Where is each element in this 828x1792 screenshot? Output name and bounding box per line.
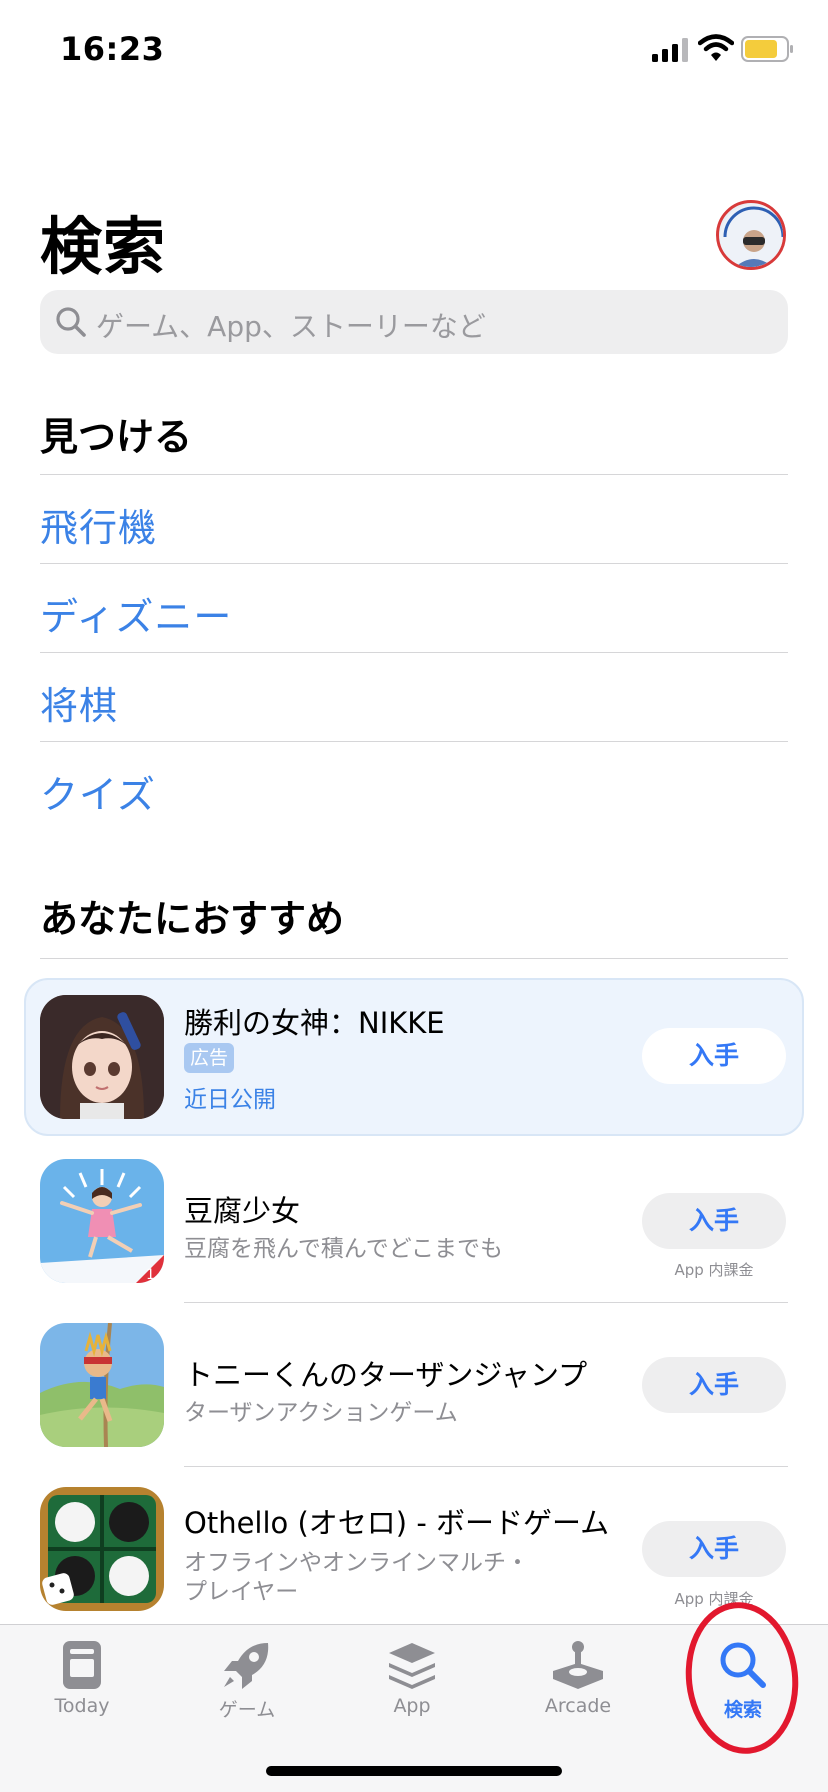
discover-item-airplane[interactable]: 飛行機 — [40, 497, 157, 552]
joystick-icon — [553, 1641, 603, 1689]
tab-arcade[interactable]: Arcade — [513, 1639, 643, 1739]
svg-text:1: 1 — [146, 1267, 155, 1283]
app-name-tofu-girl[interactable]: 豆腐少女 — [184, 1188, 300, 1230]
in-app-purchase-note: App 内課金 — [674, 1261, 754, 1279]
discover-heading: 見つける — [40, 415, 193, 459]
rocket-icon — [224, 1643, 269, 1689]
divider — [40, 958, 788, 959]
status-time: 16:23 — [60, 30, 165, 68]
tofu-girl-app-icon[interactable]: 1 — [40, 1159, 164, 1283]
tab-label: ゲーム — [218, 1699, 276, 1721]
search-placeholder: ゲーム、App、ストーリーなど — [96, 310, 486, 343]
status-bar: 16:23 — [0, 0, 828, 100]
page-title: 検索 — [40, 210, 167, 283]
tony-tarzan-app-icon[interactable] — [40, 1323, 164, 1447]
in-app-purchase-note: App 内課金 — [674, 1590, 754, 1608]
account-avatar[interactable] — [716, 200, 786, 270]
app-subtitle-tony-tarzan: ターザンアクションゲーム — [184, 1400, 458, 1426]
tab-today[interactable]: Today — [17, 1639, 147, 1739]
get-button-tony-tarzan[interactable]: 入手 — [642, 1357, 786, 1413]
search-input[interactable]: ゲーム、App、ストーリーなど — [40, 290, 788, 354]
get-button-tofu-girl[interactable]: 入手 — [642, 1193, 786, 1249]
tab-label: Arcade — [544, 1695, 612, 1717]
tab-label: Today — [54, 1695, 110, 1717]
discover-item-shogi[interactable]: 将棋 — [40, 675, 118, 730]
discover-item-disney[interactable]: ディズニー — [40, 586, 232, 641]
recommended-heading: あなたにおすすめ — [40, 897, 345, 941]
battery-icon — [741, 36, 793, 62]
avatar-image — [720, 204, 783, 267]
divider — [184, 1302, 788, 1303]
app-subtitle-tofu-girl: 豆腐を飛んで積んでどこまでも — [184, 1236, 504, 1262]
nikke-app-icon[interactable] — [40, 995, 164, 1119]
get-button-othello[interactable]: 入手 — [642, 1521, 786, 1577]
tab-games[interactable]: ゲーム — [182, 1639, 312, 1739]
search-icon — [56, 307, 86, 337]
cellular-signal-icon — [652, 38, 688, 62]
discover-item-quiz[interactable]: クイズ — [40, 764, 156, 819]
othello-app-icon[interactable] — [40, 1487, 164, 1611]
layers-icon — [389, 1643, 435, 1689]
wifi-icon — [698, 34, 734, 61]
divider — [184, 1466, 788, 1467]
get-button-nikke[interactable]: 入手 — [642, 1028, 786, 1084]
app-name-tony-tarzan[interactable]: トニーくんのターザンジャンプ — [184, 1352, 587, 1394]
app-subtitle-othello-line2: プレイヤー — [184, 1579, 299, 1605]
divider — [40, 741, 788, 742]
ad-badge: 広告 — [184, 1043, 234, 1073]
ad-release-status: 近日公開 — [184, 1087, 276, 1113]
divider — [40, 474, 788, 475]
app-name-nikke[interactable]: 勝利の女神：NIKKE — [184, 1000, 445, 1042]
home-indicator[interactable] — [266, 1766, 562, 1776]
divider — [40, 652, 788, 653]
today-icon — [63, 1641, 101, 1689]
tab-apps[interactable]: App — [347, 1639, 477, 1739]
app-name-othello[interactable]: Othello (オセロ) - ボードゲーム — [184, 1500, 609, 1542]
divider — [40, 563, 788, 564]
tab-label: App — [393, 1695, 431, 1717]
